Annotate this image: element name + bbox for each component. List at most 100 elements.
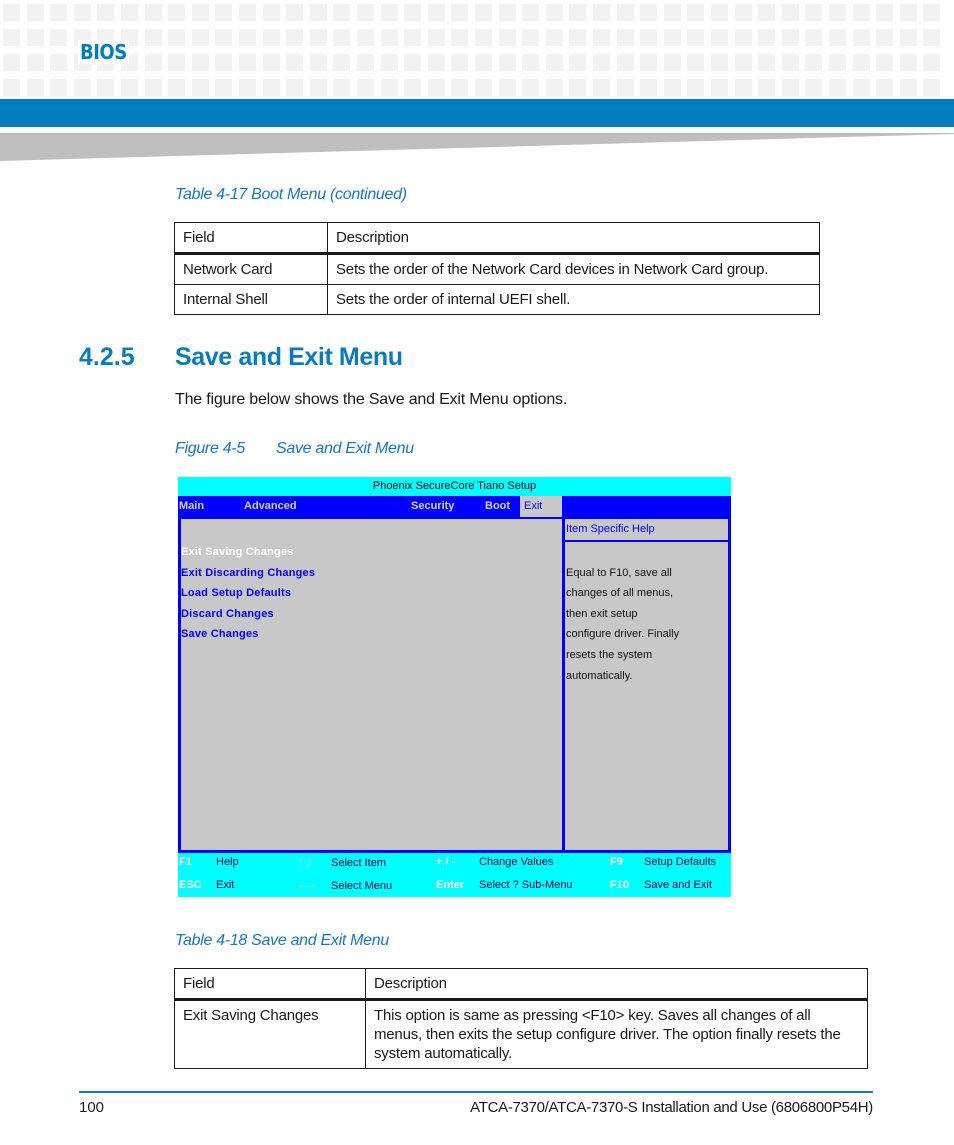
header-pattern-square <box>475 29 492 46</box>
bios-menu-exit[interactable]: Exit <box>520 496 562 517</box>
header-pattern-square <box>663 29 681 46</box>
header-pattern-square <box>309 4 327 21</box>
header-pattern-square <box>144 29 162 46</box>
header-pattern-square <box>451 29 469 46</box>
field-cell: Exit Saving Changes <box>174 999 366 1069</box>
header-pattern-square <box>475 54 492 71</box>
header-pattern-square <box>734 29 752 46</box>
table-row: Exit Saving Changes This option is same … <box>174 999 868 1069</box>
header-pattern-square <box>711 79 728 96</box>
header-pattern-square <box>876 29 894 46</box>
header-pattern-square <box>191 54 209 71</box>
header-pattern-square <box>475 79 492 96</box>
header-pattern-square <box>781 4 799 21</box>
description-cell: This option is same as pressing <F10> ke… <box>365 999 868 1069</box>
header-pattern-square <box>262 79 280 96</box>
header-pattern-square <box>734 54 752 71</box>
header-pattern-square <box>97 79 115 96</box>
header-pattern-square <box>876 4 894 21</box>
column-header-field: Field <box>174 968 366 1001</box>
header-pattern-square <box>616 54 634 71</box>
header-wedge <box>0 133 954 161</box>
bios-option-load-setup-defaults[interactable]: Load Setup Defaults <box>181 587 291 599</box>
header-pattern-square <box>215 4 233 21</box>
header-pattern-square <box>781 54 799 71</box>
header-pattern-square <box>144 54 162 71</box>
header-pattern-square <box>829 54 846 71</box>
header-pattern-square <box>758 79 776 96</box>
column-header-description: Description <box>365 968 868 1001</box>
bios-menu-advanced[interactable]: Advanced <box>244 496 297 517</box>
description-cell: Sets the order of internal UEFI shell. <box>327 284 820 315</box>
header-pattern-square <box>545 29 563 46</box>
header-pattern-square <box>734 4 752 21</box>
header-pattern-square <box>781 79 799 96</box>
bios-menu-security[interactable]: Security <box>411 496 454 517</box>
section-number: 4.2.5 <box>79 343 135 371</box>
header-pattern-square <box>451 54 469 71</box>
key-esc-desc: Exit <box>216 879 235 891</box>
header-pattern-square <box>923 54 941 71</box>
bios-help-line: configure driver. Finally <box>566 628 680 640</box>
bios-option-discard-changes[interactable]: Discard Changes <box>181 608 274 620</box>
figure-caption-number: Figure 4-5 <box>175 440 245 457</box>
header-pattern-square <box>26 4 44 21</box>
column-header-field: Field <box>174 222 328 255</box>
header-pattern-square <box>380 79 398 96</box>
header-pattern-square <box>663 54 681 71</box>
table-4-17-caption: Table 4-17 Boot Menu (continued) <box>175 186 407 203</box>
header-pattern-square <box>899 79 917 96</box>
header-pattern-square <box>569 79 587 96</box>
page-number: 100 <box>79 1099 105 1116</box>
header-pattern-square <box>522 29 540 46</box>
header-pattern-square <box>852 79 870 96</box>
bios-option-save-changes[interactable]: Save Changes <box>181 628 259 640</box>
header-pattern-square <box>262 29 280 46</box>
table-4-18: Field Description Exit Saving Changes Th… <box>174 968 868 1069</box>
header-pattern-square <box>380 29 398 46</box>
key-f1: F1 <box>179 856 192 868</box>
bios-menu-main[interactable]: Main <box>179 496 204 517</box>
bios-title-bar: Phoenix SecureCore Tiano Setup <box>178 477 731 496</box>
key-change-values-desc: Change Values <box>479 856 554 868</box>
header-pattern-square <box>899 4 917 21</box>
bios-option-exit-saving-changes[interactable]: Exit Saving Changes <box>181 546 294 558</box>
bios-option-exit-discarding-changes[interactable]: Exit Discarding Changes <box>181 567 315 579</box>
header-pattern-square <box>640 29 658 46</box>
key-f1-desc: Help <box>216 856 239 868</box>
header-pattern-square <box>380 4 398 21</box>
header-pattern-square <box>50 54 68 71</box>
column-header-description: Description <box>327 222 820 255</box>
bios-menu-boot[interactable]: Boot <box>485 496 510 517</box>
header-pattern-square <box>734 79 752 96</box>
header-pattern-square <box>545 79 563 96</box>
header-pattern-square <box>215 54 233 71</box>
header-pattern-square <box>262 4 280 21</box>
header-pattern-square <box>3 29 20 46</box>
header-pattern-square <box>427 29 445 46</box>
header-pattern-square <box>333 29 351 46</box>
header-pattern-square <box>758 4 776 21</box>
footer-rule <box>79 1091 873 1093</box>
header-pattern-square <box>687 4 705 21</box>
header-pattern-square <box>357 4 374 21</box>
header-pattern-square <box>876 79 894 96</box>
figure-caption-title: Save and Exit Menu <box>276 440 414 457</box>
header-pattern-square <box>286 79 304 96</box>
header-pattern-square <box>286 29 304 46</box>
key-esc: ESC <box>179 879 202 891</box>
bios-options-panel: Exit Saving Changes Exit Discarding Chan… <box>181 519 562 850</box>
arrow-up-down-icon: ↑ ↓ <box>298 856 313 868</box>
header-pattern-square <box>711 54 728 71</box>
header-pattern-square <box>593 29 610 46</box>
bios-key-legend: F1 Help ESC Exit ↑ ↓ Select Item ←→ Sele… <box>178 853 731 897</box>
header-pattern-square <box>545 4 563 21</box>
header-pattern-square <box>215 29 233 46</box>
header-pattern-square <box>711 29 728 46</box>
header-pattern-square <box>781 29 799 46</box>
bios-help-line: resets the system <box>566 649 653 661</box>
header-pattern-square <box>286 54 304 71</box>
header-pattern-square <box>498 4 516 21</box>
header-pattern-square <box>451 79 469 96</box>
header-pattern-square <box>569 29 587 46</box>
